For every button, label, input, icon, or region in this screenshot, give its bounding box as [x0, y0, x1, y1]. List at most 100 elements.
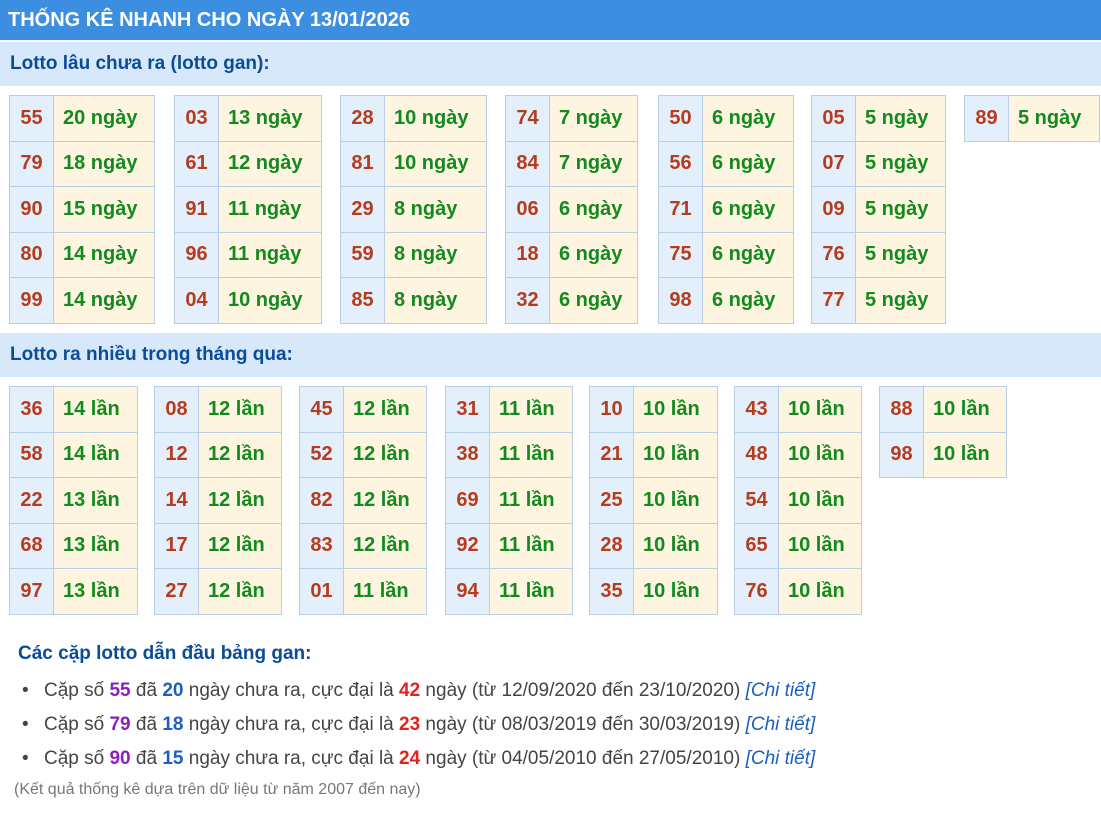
gan-number-cell: 06	[505, 186, 550, 233]
frequent-value-cell: 14 lần	[53, 386, 138, 433]
gan-number-cell: 80	[9, 231, 54, 278]
table-row: 07 5 ngày	[811, 140, 946, 187]
gan-number-cell: 55	[9, 95, 54, 142]
gan-value-cell: 6 ngày	[549, 186, 638, 233]
gan-number-cell: 81	[340, 140, 385, 187]
frequent-number-cell: 88	[879, 386, 924, 433]
gan-number-cell: 90	[9, 186, 54, 233]
gan-value-cell: 6 ngày	[702, 95, 794, 142]
frequent-value-cell: 10 lần	[633, 522, 718, 569]
gan-value-cell: 5 ngày	[855, 231, 946, 278]
gan-value-cell: 6 ngày	[702, 186, 794, 233]
table-row: 09 5 ngày	[811, 186, 946, 233]
frequent-value-cell: 11 lần	[343, 568, 427, 615]
frequent-number-cell: 82	[299, 477, 344, 524]
gan-number-cell: 18	[505, 231, 550, 278]
gan-value-cell: 8 ngày	[384, 186, 487, 233]
table-row: 28 10 ngày	[340, 95, 487, 142]
detail-link[interactable]: [Chi tiết]	[746, 714, 816, 735]
frequent-number-cell: 35	[589, 568, 634, 615]
table-row: 97 13 lần	[9, 568, 138, 615]
table-row: 08 12 lần	[154, 386, 282, 433]
table-row: 04 10 ngày	[174, 277, 322, 324]
pair-days: 20	[162, 680, 184, 701]
table-row: 03 13 ngày	[174, 95, 322, 142]
gan-value-cell: 6 ngày	[549, 231, 638, 278]
gan-table: 50 6 ngày 56 6 ngày 71 6 ngày 75 6 ngày 98 6 ngày	[658, 95, 794, 324]
frequent-number-cell: 10	[589, 386, 634, 433]
gan-number-cell: 91	[174, 186, 219, 233]
frequent-number-cell: 54	[734, 477, 779, 524]
gan-number-cell: 76	[811, 231, 856, 278]
frequent-table: 36 14 lần 58 14 lần 22 13 lần 68 13 lần 97 13 lần	[9, 386, 138, 615]
gan-value-cell: 10 ngày	[384, 140, 487, 187]
table-row: 31 11 lần	[445, 386, 573, 433]
table-row: 56 6 ngày	[658, 140, 794, 187]
frequent-number-cell: 48	[734, 431, 779, 478]
gan-number-cell: 05	[811, 95, 856, 142]
gan-value-cell: 5 ngày	[855, 140, 946, 187]
bullet-icon: •	[22, 680, 29, 701]
frequent-number-cell: 97	[9, 568, 54, 615]
frequent-number-cell: 12	[154, 431, 199, 478]
gan-number-cell: 50	[658, 95, 703, 142]
gan-value-cell: 6 ngày	[702, 140, 794, 187]
gan-value-cell: 11 ngày	[218, 186, 322, 233]
table-row: 59 8 ngày	[340, 231, 487, 278]
gan-number-cell: 56	[658, 140, 703, 187]
table-row: 85 8 ngày	[340, 277, 487, 324]
pair-number: 90	[109, 748, 131, 769]
frequent-value-cell: 11 lần	[489, 568, 573, 615]
gan-number-cell: 85	[340, 277, 385, 324]
frequent-value-cell: 11 lần	[489, 477, 573, 524]
frequent-value-cell: 13 lần	[53, 477, 138, 524]
frequent-value-cell: 13 lần	[53, 568, 138, 615]
detail-link[interactable]: [Chi tiết]	[746, 680, 816, 701]
table-row: 94 11 lần	[445, 568, 573, 615]
gan-number-cell: 75	[658, 231, 703, 278]
gan-value-cell: 13 ngày	[218, 95, 322, 142]
gan-value-cell: 8 ngày	[384, 277, 487, 324]
gan-value-cell: 12 ngày	[218, 140, 322, 187]
gan-section-title: Lotto lâu chưa ra (lotto gan):	[0, 42, 1101, 86]
gan-table: 55 20 ngày 79 18 ngày 90 15 ngày 80 14 ngày 99 14…	[9, 95, 155, 324]
gan-number-cell: 29	[340, 186, 385, 233]
gan-value-cell: 7 ngày	[549, 140, 638, 187]
frequent-value-cell: 10 lần	[633, 477, 718, 524]
pair-days: 18	[162, 714, 184, 735]
frequent-table: 31 11 lần 38 11 lần 69 11 lần 92 11 lần 94 11 lần	[445, 386, 573, 615]
gan-table: 05 5 ngày 07 5 ngày 09 5 ngày 76 5 ngày 77 5 ngày	[811, 95, 946, 324]
frequent-value-cell: 10 lần	[923, 386, 1007, 433]
gan-number-cell: 09	[811, 186, 856, 233]
frequent-number-cell: 25	[589, 477, 634, 524]
detail-link[interactable]: [Chi tiết]	[746, 748, 816, 769]
frequent-table: 43 10 lần 48 10 lần 54 10 lần 65 10 lần 76 10 lần	[734, 386, 862, 615]
frequent-value-cell: 12 lần	[343, 431, 427, 478]
frequent-number-cell: 17	[154, 522, 199, 569]
frequent-value-cell: 12 lần	[198, 431, 282, 478]
table-row: 98 6 ngày	[658, 277, 794, 324]
frequent-table: 08 12 lần 12 12 lần 14 12 lần 17 12 lần 27 12 lần	[154, 386, 282, 615]
table-row: 99 14 ngày	[9, 277, 155, 324]
pair-days: 15	[162, 748, 184, 769]
frequent-value-cell: 11 lần	[489, 522, 573, 569]
pair-max: 24	[399, 748, 421, 769]
frequent-value-cell: 10 lần	[778, 477, 862, 524]
table-row: 14 12 lần	[154, 477, 282, 524]
table-row: 65 10 lần	[734, 522, 862, 569]
gan-number-cell: 74	[505, 95, 550, 142]
frequent-number-cell: 94	[445, 568, 490, 615]
gan-number-cell: 99	[9, 277, 54, 324]
frequent-value-cell: 12 lần	[198, 522, 282, 569]
table-row: 79 18 ngày	[9, 140, 155, 187]
frequent-value-cell: 10 lần	[778, 568, 862, 615]
gan-number-cell: 89	[964, 95, 1009, 142]
gan-table: 03 13 ngày 61 12 ngày 91 11 ngày 96 11 ngày 04 10…	[174, 95, 322, 324]
gan-number-cell: 98	[658, 277, 703, 324]
frequent-table: 88 10 lần 98 10 lần	[879, 386, 1007, 478]
frequent-value-cell: 10 lần	[633, 386, 718, 433]
header-title: THỐNG KÊ NHANH CHO NGÀY 13/01/2026	[8, 9, 410, 31]
table-row: 21 10 lần	[589, 431, 718, 478]
gan-value-cell: 5 ngày	[1008, 95, 1100, 142]
gan-value-cell: 10 ngày	[384, 95, 487, 142]
